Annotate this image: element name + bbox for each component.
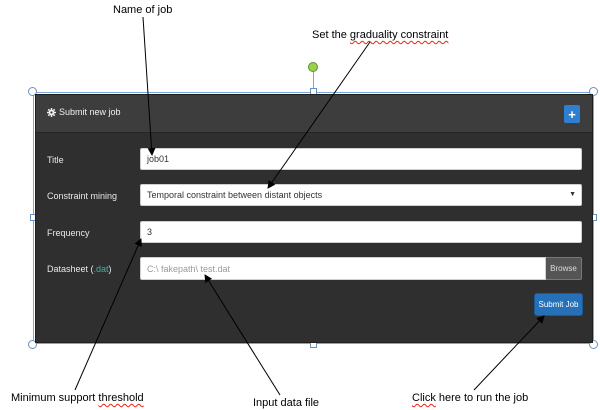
callout-name-of-job: Name of job xyxy=(113,4,173,16)
callout-input-data-file: Input data file xyxy=(253,397,320,409)
callout-minimum-support-prefix: Minimum support xyxy=(11,392,99,404)
title-label: Title xyxy=(47,155,64,165)
callout-minimum-support-word: threshold xyxy=(98,392,144,404)
callout-run-job-rest: here to run the job xyxy=(435,392,529,404)
datasheet-label-close: ) xyxy=(108,264,112,274)
constraint-mining-value: Temporal constraint between distant obje… xyxy=(147,190,323,200)
panel-title-text: Submit new job xyxy=(59,107,121,117)
add-job-button[interactable]: + xyxy=(564,105,580,123)
callout-graduality-prefix: Set the xyxy=(312,29,350,41)
datasheet-file-input[interactable]: C:\ fakepath\ test.dat xyxy=(140,257,546,280)
constraint-mining-label: Constraint mining xyxy=(47,191,118,201)
callout-run-job: Click here to run the job xyxy=(412,392,528,404)
datasheet-label-text: Datasheet ( xyxy=(47,264,94,274)
datasheet-file-placeholder: C:\ fakepath\ test.dat xyxy=(147,263,231,274)
callout-graduality-constraint: Set the graduality constraint xyxy=(312,29,448,41)
panel-header: Submit new job + xyxy=(36,95,592,133)
gear-icon xyxy=(47,107,56,117)
submit-job-button[interactable]: Submit Job xyxy=(534,293,583,316)
constraint-mining-select[interactable]: Temporal constraint between distant obje… xyxy=(140,184,582,206)
submit-job-panel: Submit new job + Title job01 Constraint … xyxy=(35,94,593,343)
datasheet-label: Datasheet (.dat) xyxy=(47,264,112,274)
callout-graduality-word: graduality constraint xyxy=(349,29,449,41)
title-input[interactable]: job01 xyxy=(140,148,582,170)
browse-button[interactable]: Browse xyxy=(546,257,582,280)
frequency-input[interactable]: 3 xyxy=(140,221,582,243)
datasheet-extension: .dat xyxy=(93,264,109,274)
title-input-value: job01 xyxy=(147,154,170,164)
rotation-handle[interactable] xyxy=(308,62,318,72)
callout-minimum-support: Minimum support threshold xyxy=(11,392,144,404)
panel-title: Submit new job xyxy=(47,107,121,117)
callout-run-job-word: Click xyxy=(412,392,436,404)
frequency-label: Frequency xyxy=(47,228,90,238)
caret-down-icon: ▼ xyxy=(569,191,576,198)
frequency-input-value: 3 xyxy=(147,227,153,237)
